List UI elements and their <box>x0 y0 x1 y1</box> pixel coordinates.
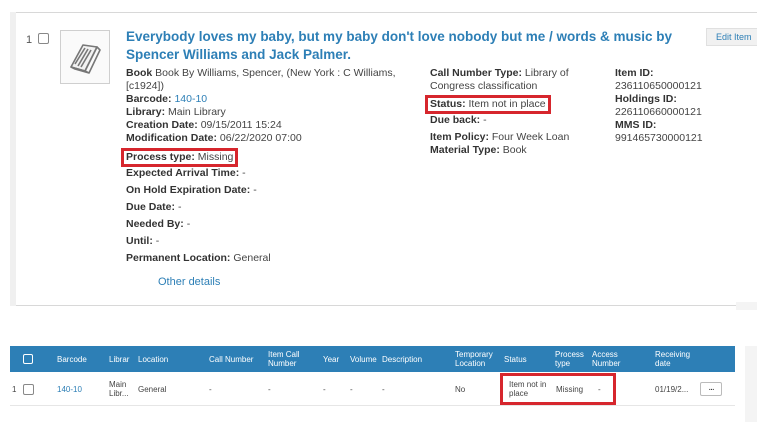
col-header-year[interactable]: Year <box>323 346 339 372</box>
table-barcode-link[interactable]: 140-10 <box>57 385 82 394</box>
col-header-description[interactable]: Description <box>382 346 422 372</box>
mms-id-value: 991465730000121 <box>615 132 703 144</box>
modification-date-value: 06/22/2020 07:00 <box>219 132 302 144</box>
col-header-status[interactable]: Status <box>504 346 527 372</box>
record-details-col1: Book Book By Williams, Spencer, (New Yor… <box>121 67 406 265</box>
row-checkbox-cell[interactable] <box>23 372 34 406</box>
needed-by-value: - <box>186 218 191 230</box>
call-number-type-label: Call Number Type: <box>430 67 522 79</box>
access-number-cell: - <box>598 384 601 394</box>
record-title-link[interactable]: Everybody loves my baby, but my baby don… <box>126 28 706 64</box>
hold-expiration-label: On Hold Expiration Date: <box>126 184 251 196</box>
book-thumbnail <box>60 30 110 84</box>
table-row[interactable]: 1 140-10 Main Libr... General - - - - - … <box>10 372 735 406</box>
item-policy-label: Item Policy: <box>430 131 489 143</box>
library-value: Main Library <box>168 106 226 118</box>
description-cell: - <box>382 384 385 394</box>
modification-date-label: Modification Date: <box>126 132 217 144</box>
col-header-item-call-number[interactable]: Item Call Number <box>268 346 306 372</box>
record-details-col3: Item ID: 236110650000121 Holdings ID: 22… <box>615 67 755 145</box>
expected-arrival-label: Expected Arrival Time: <box>126 167 240 179</box>
process-type-highlight: Process type: Missing <box>121 148 239 167</box>
year-cell: - <box>323 384 326 394</box>
row-number: 1 <box>26 34 33 46</box>
row-actions-button[interactable]: ... <box>700 382 722 396</box>
col-header-receiving-date[interactable]: Receiving date <box>655 346 699 372</box>
book-icon <box>70 44 101 74</box>
table-header: Barcode Librar Location Call Number Item… <box>10 346 735 372</box>
row-number-cell: 1 <box>12 384 17 394</box>
material-type-value: Book <box>502 144 527 156</box>
permanent-location-value: General <box>233 252 271 264</box>
until-label: Until: <box>126 235 153 247</box>
volume-cell: - <box>350 384 353 394</box>
row-actions-cell[interactable]: ... <box>700 372 722 406</box>
holdings-id-label: Holdings ID: <box>615 93 677 105</box>
location-cell: General <box>138 384 167 394</box>
barcode-link[interactable]: 140-10 <box>174 93 207 105</box>
call-number-cell: - <box>209 384 212 394</box>
status-highlight: Status: Item not in place <box>425 95 551 114</box>
library-label: Library: <box>126 106 166 118</box>
holdings-id-value: 226110660000121 <box>615 106 702 118</box>
col-header-process-type[interactable]: Process type <box>555 346 585 372</box>
book-author-line: Book By Williams, Spencer, (New York : C… <box>126 67 396 92</box>
row-checkbox[interactable] <box>38 33 49 44</box>
items-table: Barcode Librar Location Call Number Item… <box>10 346 745 422</box>
creation-date-label: Creation Date: <box>126 119 198 131</box>
until-value: - <box>155 235 160 247</box>
status-label: Status: <box>430 98 466 110</box>
material-type-label: Material Type: <box>430 144 500 156</box>
process-type-cell: Missing <box>556 384 584 394</box>
select-all-checkbox[interactable] <box>23 354 33 364</box>
library-cell: Main Libr... <box>109 380 129 398</box>
header-select-all[interactable] <box>23 346 33 372</box>
edit-item-button[interactable]: Edit Item <box>706 28 757 46</box>
item-call-number-cell: - <box>268 384 271 394</box>
barcode-cell[interactable]: 140-10 <box>57 372 82 406</box>
hold-expiration-value: - <box>253 184 257 196</box>
book-type-label: Book <box>126 67 153 79</box>
due-back-value: - <box>483 114 487 126</box>
mms-id-label: MMS ID: <box>615 119 657 131</box>
col-header-call-number[interactable]: Call Number <box>209 346 253 372</box>
due-back-label: Due back: <box>430 114 481 126</box>
needed-by-label: Needed By: <box>126 218 184 230</box>
item-id-label: Item ID: <box>615 67 654 79</box>
col-header-library[interactable]: Librar <box>109 346 129 372</box>
other-details-link[interactable]: Other details <box>158 276 220 288</box>
process-type-label: Process type: <box>126 151 195 163</box>
due-date-value: - <box>177 201 182 213</box>
record-details-col2: Call Number Type: Library of Congress cl… <box>425 67 600 157</box>
permanent-location-label: Permanent Location: <box>126 252 231 264</box>
table-scroll-strip <box>745 346 757 422</box>
item-policy-value: Four Week Loan <box>491 131 570 143</box>
card-left-bar <box>10 12 16 306</box>
col-header-access-number[interactable]: Access Number <box>592 346 632 372</box>
temporary-location-cell: No <box>455 384 466 394</box>
expected-arrival-value: - <box>242 167 246 179</box>
col-header-barcode[interactable]: Barcode <box>57 346 87 372</box>
scroll-strip <box>736 302 757 310</box>
table-row-checkbox[interactable] <box>23 383 34 395</box>
receiving-date-cell: 01/19/2... <box>655 384 689 394</box>
item-id-value: 236110650000121 <box>615 80 702 92</box>
status-cell: Item not in place <box>509 380 547 398</box>
process-type-value: Missing <box>197 151 234 163</box>
col-header-temporary-location[interactable]: Temporary Location <box>455 346 495 372</box>
creation-date-value: 09/15/2011 15:24 <box>200 119 282 131</box>
due-date-label: Due Date: <box>126 201 176 213</box>
col-header-volume[interactable]: Volume <box>350 346 377 372</box>
col-header-location[interactable]: Location <box>138 346 168 372</box>
barcode-label: Barcode: <box>126 93 172 105</box>
status-value: Item not in place <box>468 98 546 110</box>
